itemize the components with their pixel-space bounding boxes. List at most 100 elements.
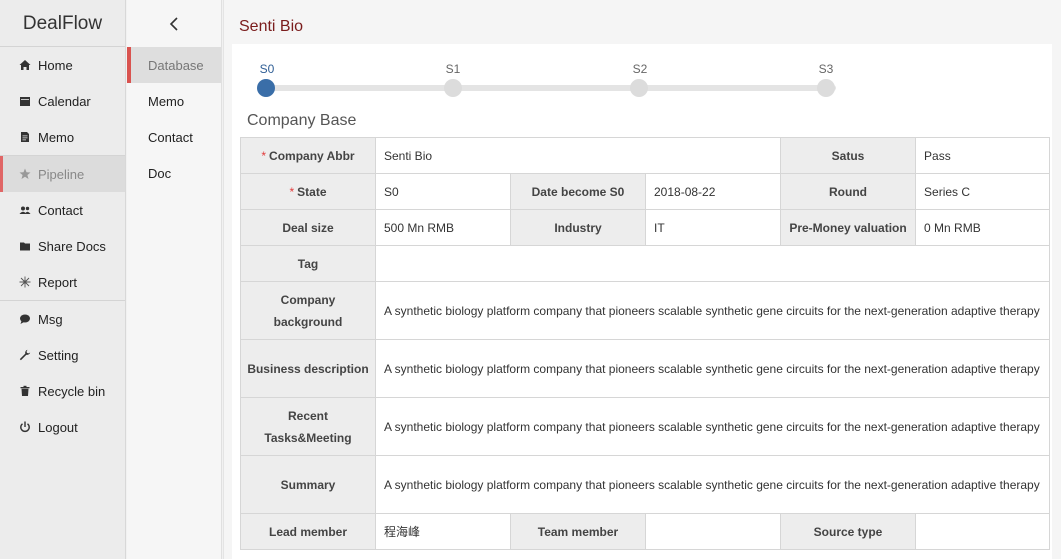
company-card: S0 S1 S2 S3 Company Base * Company Abbr S… xyxy=(232,44,1052,559)
company-abbr-label: * Company Abbr xyxy=(240,137,376,174)
subnav-item-database[interactable]: Database xyxy=(127,47,221,83)
deal-size-label: Deal size xyxy=(240,209,376,246)
sub-sidebar: Database Memo Contact Doc xyxy=(127,0,222,559)
trash-icon xyxy=(18,385,31,398)
table-row: Summary A synthetic biology platform com… xyxy=(240,455,1051,514)
star-icon xyxy=(18,168,31,181)
table-row: * Company Abbr Senti Bio Satus Pass xyxy=(240,137,1051,174)
step-label-s1: S1 xyxy=(445,62,461,76)
chevron-left-icon xyxy=(169,16,178,31)
nav-item-calendar[interactable]: Calendar xyxy=(0,83,125,119)
section-title: Company Base xyxy=(247,112,357,129)
source-type-label: Source type xyxy=(780,513,917,550)
nav-item-contact[interactable]: Contact xyxy=(0,192,125,228)
step-label-s0: S0 xyxy=(259,62,275,76)
team-member-value[interactable] xyxy=(644,513,782,550)
nav-item-label: Msg xyxy=(38,311,63,327)
nav-item-label: Share Docs xyxy=(38,238,106,254)
date-become-s0-label: Date become S0 xyxy=(510,173,646,210)
nav-item-label: Contact xyxy=(38,202,83,218)
subnav-item-label: Doc xyxy=(148,165,172,181)
nav-item-recycle-bin[interactable]: Recycle bin xyxy=(0,373,125,409)
home-icon xyxy=(18,59,31,72)
business-description-value[interactable]: A synthetic biology platform company tha… xyxy=(374,339,1051,398)
power-icon xyxy=(18,421,31,434)
step-dot-s3[interactable] xyxy=(817,79,835,97)
company-background-label: Company background xyxy=(240,281,376,340)
chat-icon xyxy=(18,313,31,326)
nav-item-label: Recycle bin xyxy=(38,383,106,399)
table-row: Lead member 程海峰 Team member Source type xyxy=(240,513,1051,550)
recent-tasks-label: Recent Tasks&Meeting xyxy=(240,397,376,456)
tag-label: Tag xyxy=(240,245,376,282)
subnav-item-doc[interactable]: Doc xyxy=(127,155,221,191)
nav-item-label: Calendar xyxy=(38,93,91,109)
page-title: Senti Bio xyxy=(239,18,304,35)
label-text: State xyxy=(297,184,327,199)
step-dot-s0[interactable] xyxy=(257,79,275,97)
wrench-icon xyxy=(18,349,31,362)
nav-item-report[interactable]: Report xyxy=(0,264,125,300)
brand-logo[interactable]: DealFlow xyxy=(0,0,125,47)
lead-member-value[interactable]: 程海峰 xyxy=(375,513,511,550)
state-label: * State xyxy=(240,173,376,210)
subnav-item-contact[interactable]: Contact xyxy=(127,119,221,155)
nav-group-primary: Home Calendar Memo xyxy=(0,47,125,156)
required-mark: * xyxy=(289,184,295,199)
subnav-item-label: Memo xyxy=(148,93,185,109)
step-label-s2: S2 xyxy=(632,62,648,76)
nav-item-label: Setting xyxy=(38,347,79,363)
summary-value[interactable]: A synthetic biology platform company tha… xyxy=(374,455,1051,514)
nav-group-secondary: Pipeline Contact Share Docs Report xyxy=(0,156,125,301)
satus-value[interactable]: Pass xyxy=(915,137,1051,174)
folder-icon xyxy=(18,240,31,253)
nav-item-msg[interactable]: Msg xyxy=(0,301,125,337)
required-mark: * xyxy=(261,148,267,163)
industry-value[interactable]: IT xyxy=(644,209,782,246)
recent-tasks-value[interactable]: A synthetic biology platform company tha… xyxy=(374,397,1051,456)
calendar-icon xyxy=(18,95,31,108)
table-row: Recent Tasks&Meeting A synthetic biology… xyxy=(240,397,1051,456)
subnav-item-label: Database xyxy=(148,57,204,73)
source-type-value[interactable] xyxy=(915,513,1051,550)
nav-item-logout[interactable]: Logout xyxy=(0,409,125,445)
company-abbr-value[interactable]: Senti Bio xyxy=(374,137,782,174)
round-label: Round xyxy=(780,173,917,210)
table-row: Company background A synthetic biology p… xyxy=(240,281,1051,340)
nav-group-tertiary: Msg Setting Recycle bin Logout xyxy=(0,301,125,445)
satus-label: Satus xyxy=(780,137,917,174)
stage-stepper: S0 S1 S2 S3 xyxy=(232,44,1052,114)
nav-item-label: Pipeline xyxy=(38,166,85,182)
deal-size-value[interactable]: 500 Mn RMB xyxy=(375,209,511,246)
step-dot-s1[interactable] xyxy=(444,79,462,97)
report-icon xyxy=(18,276,31,289)
team-member-label: Team member xyxy=(510,513,646,550)
business-description-label: Business description xyxy=(240,339,376,398)
nav-item-pipeline[interactable]: Pipeline xyxy=(0,156,125,192)
subnav-item-memo[interactable]: Memo xyxy=(127,83,221,119)
nav-item-label: Logout xyxy=(38,419,78,435)
nav-item-share-docs[interactable]: Share Docs xyxy=(0,228,125,264)
nav-item-setting[interactable]: Setting xyxy=(0,337,125,373)
step-dot-s2[interactable] xyxy=(630,79,648,97)
date-become-s0-value[interactable]: 2018-08-22 xyxy=(644,173,782,210)
nav-item-memo[interactable]: Memo xyxy=(0,119,125,155)
main-sidebar: DealFlow Home Calendar Memo Pipeline Con… xyxy=(0,0,126,559)
contact-icon xyxy=(18,204,31,217)
stepper-track xyxy=(266,85,836,91)
nav-item-home[interactable]: Home xyxy=(0,47,125,83)
label-text: Company Abbr xyxy=(269,148,355,163)
nav-item-label: Report xyxy=(38,274,78,290)
state-value[interactable]: S0 xyxy=(375,173,511,210)
lead-member-label: Lead member xyxy=(240,513,376,550)
tag-value[interactable] xyxy=(374,245,1051,282)
collapse-button[interactable] xyxy=(127,0,221,47)
round-value[interactable]: Series C xyxy=(915,173,1051,210)
table-row: Business description A synthetic biology… xyxy=(240,339,1051,398)
memo-icon xyxy=(18,131,31,144)
pre-money-value[interactable]: 0 Mn RMB xyxy=(915,209,1051,246)
summary-label: Summary xyxy=(240,455,376,514)
nav-item-label: Memo xyxy=(38,129,75,145)
company-background-value[interactable]: A synthetic biology platform company tha… xyxy=(374,281,1051,340)
nav-item-label: Home xyxy=(38,57,73,73)
